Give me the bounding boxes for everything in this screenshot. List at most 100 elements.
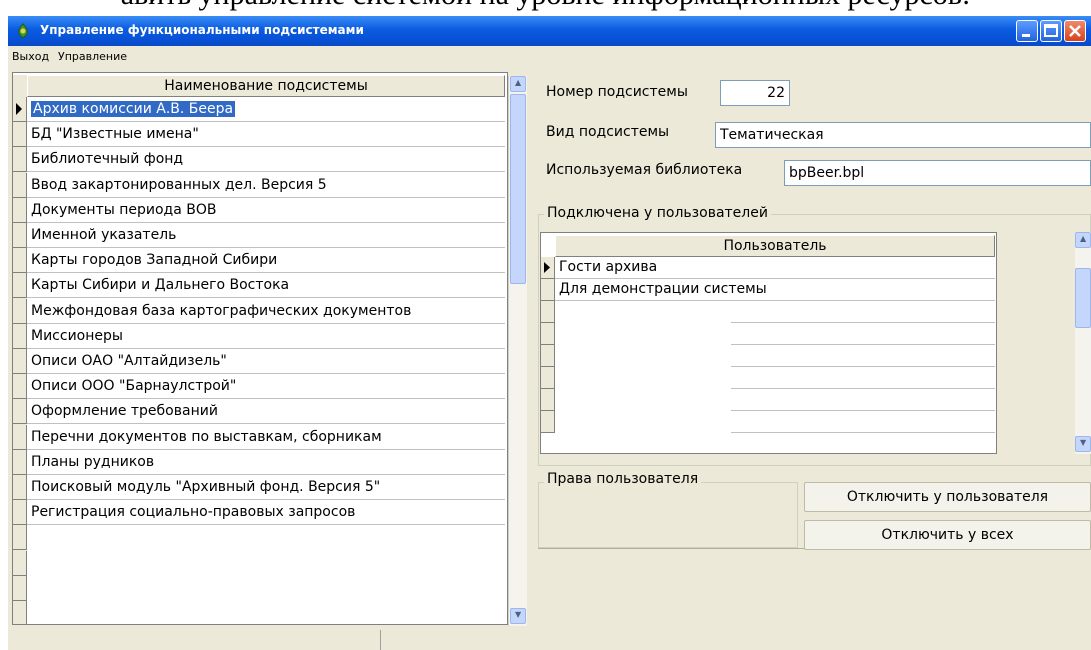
subsystem-row[interactable]: Описи ОАО "Алтайдизель" bbox=[27, 349, 505, 374]
menu-manage[interactable]: Управление bbox=[58, 50, 127, 63]
subsystem-name: Оформление требований bbox=[31, 403, 218, 420]
subsystem-row[interactable]: Карты городов Западной Сибири bbox=[27, 248, 505, 274]
rights-group-title: Права пользователя bbox=[544, 471, 702, 487]
subsystem-row[interactable]: Описи ООО "Барнаулстрой" bbox=[27, 374, 505, 400]
subsystem-column-header[interactable]: Наименование подсистемы bbox=[27, 75, 505, 97]
row-indicator[interactable] bbox=[13, 550, 27, 576]
subsystem-row[interactable]: Ввод закартонированных дел. Версия 5 bbox=[27, 173, 505, 198]
user-row-indicator[interactable] bbox=[541, 411, 555, 433]
chevron-up-icon: ▲ bbox=[515, 78, 522, 87]
row-indicator[interactable] bbox=[13, 399, 27, 425]
users-scroll-up-button[interactable]: ▲ bbox=[1075, 232, 1091, 248]
rights-group bbox=[538, 482, 798, 548]
subsystem-row[interactable]: Поисковый модуль "Архивный фонд. Версия … bbox=[27, 475, 505, 500]
library-field[interactable]: bpBeer.bpl bbox=[784, 160, 1091, 186]
subsystem-name: Поисковый модуль "Архивный фонд. Версия … bbox=[31, 479, 381, 495]
user-grid-line bbox=[731, 366, 995, 367]
disconnect-all-button[interactable]: Отключить у всех bbox=[804, 520, 1091, 550]
users-scroll-down-button[interactable]: ▼ bbox=[1075, 436, 1091, 452]
row-indicator[interactable] bbox=[13, 475, 27, 500]
users-grid[interactable]: Пользователь Гости архива Для демонстраци… bbox=[540, 232, 997, 454]
row-indicator[interactable] bbox=[13, 147, 27, 173]
subsystem-name: Описи ОАО "Алтайдизель" bbox=[31, 353, 227, 369]
users-scroll-thumb[interactable] bbox=[1075, 268, 1091, 328]
disconnect-user-button[interactable]: Отключить у пользователя bbox=[804, 482, 1091, 512]
chevron-down-icon: ▼ bbox=[1080, 438, 1087, 447]
user-row-indicator[interactable] bbox=[541, 301, 555, 323]
user-row-indicator[interactable] bbox=[541, 257, 555, 279]
row-indicator[interactable] bbox=[13, 601, 27, 624]
subsystem-row[interactable]: Архив комиссии А.В. Беера bbox=[27, 97, 505, 122]
user-row[interactable]: Гости архива bbox=[555, 257, 995, 279]
number-field[interactable]: 22 bbox=[720, 80, 790, 106]
subsystem-row[interactable]: Межфондовая база картографических докуме… bbox=[27, 299, 505, 324]
row-indicator[interactable] bbox=[13, 223, 27, 248]
subsystem-name: Карты городов Западной Сибири bbox=[31, 252, 278, 269]
current-row-icon bbox=[16, 103, 22, 115]
app-icon bbox=[18, 23, 28, 39]
minimize-button[interactable] bbox=[1016, 20, 1038, 42]
title-bar[interactable]: Управление функциональными подсистемами bbox=[8, 16, 1091, 46]
row-indicator[interactable] bbox=[13, 424, 27, 450]
subsystem-row[interactable]: Документы периода ВОВ bbox=[27, 198, 505, 223]
subsystem-row[interactable]: Библиотечный фонд bbox=[27, 147, 505, 173]
document-heading-fragment: авить управление системой на уровне инфо… bbox=[0, 0, 1091, 12]
library-label: Используемая библиотека bbox=[546, 162, 743, 178]
subsystem-name: Планы рудников bbox=[31, 453, 155, 470]
subsystem-row[interactable]: Регистрация социально-правовых запросов bbox=[27, 500, 505, 526]
details-panel: Номер подсистемы 22 Вид подсистемы Темат… bbox=[538, 68, 1091, 550]
close-button[interactable] bbox=[1064, 20, 1086, 42]
subsystem-row[interactable]: Именной указатель bbox=[27, 223, 505, 248]
status-bar bbox=[8, 630, 1091, 650]
status-separator bbox=[380, 630, 381, 650]
row-indicator[interactable] bbox=[13, 248, 27, 274]
subsystem-row[interactable]: Оформление требований bbox=[27, 399, 505, 425]
row-indicator[interactable] bbox=[13, 172, 27, 198]
user-row-indicator[interactable] bbox=[541, 323, 555, 345]
user-grid-line bbox=[731, 388, 995, 389]
subsystem-name: Описи ООО "Барнаулстрой" bbox=[31, 378, 237, 395]
user-grid-line bbox=[731, 410, 995, 411]
row-indicator[interactable] bbox=[13, 197, 27, 223]
user-row-indicator[interactable] bbox=[541, 279, 555, 301]
subsystem-row[interactable]: Карты Сибири и Дальнего Востока bbox=[27, 273, 505, 299]
current-row-icon bbox=[544, 262, 550, 273]
row-indicator[interactable] bbox=[13, 323, 27, 349]
subsystem-scrollbar[interactable]: ▲ ▼ bbox=[508, 76, 527, 626]
user-grid-line bbox=[731, 322, 995, 323]
user-row-indicator[interactable] bbox=[541, 389, 555, 411]
subsystem-row[interactable]: Перечни документов по выставкам, сборник… bbox=[27, 425, 505, 450]
user-row-indicator[interactable] bbox=[541, 345, 555, 367]
maximize-button[interactable] bbox=[1040, 20, 1062, 42]
scroll-thumb[interactable] bbox=[510, 94, 526, 284]
subsystem-name: Межфондовая база картографических докуме… bbox=[31, 302, 412, 319]
user-grid-line bbox=[731, 432, 995, 433]
subsystem-name: Регистрация социально-правовых запросов bbox=[31, 504, 356, 521]
user-grid-line bbox=[731, 344, 995, 345]
row-indicator[interactable] bbox=[13, 97, 27, 122]
subsystem-name: Перечни документов по выставкам, сборник… bbox=[31, 428, 382, 445]
row-indicator[interactable] bbox=[13, 374, 27, 400]
subsystem-row[interactable]: Миссионеры bbox=[27, 324, 505, 349]
user-column-header[interactable]: Пользователь bbox=[555, 235, 995, 257]
row-indicator[interactable] bbox=[13, 525, 27, 551]
row-indicator[interactable] bbox=[13, 575, 27, 601]
users-scrollbar[interactable]: ▲ ▼ bbox=[1075, 232, 1091, 454]
row-indicator[interactable] bbox=[13, 449, 27, 475]
subsystem-row[interactable]: Планы рудников bbox=[27, 450, 505, 475]
subsystem-row[interactable]: БД "Известные имена" bbox=[27, 122, 505, 148]
scroll-up-button[interactable]: ▲ bbox=[510, 76, 526, 92]
row-indicator[interactable] bbox=[13, 349, 27, 374]
row-indicator[interactable] bbox=[13, 122, 27, 148]
row-indicator[interactable] bbox=[13, 273, 27, 299]
subsystem-grid[interactable]: Наименование подсистемы Архив комиссии А… bbox=[12, 72, 508, 625]
subsystem-name: Архив комиссии А.В. Беера bbox=[31, 101, 236, 117]
row-indicator[interactable] bbox=[13, 500, 27, 526]
type-field[interactable]: Тематическая bbox=[715, 122, 1091, 148]
menu-exit[interactable]: Выход bbox=[12, 50, 49, 63]
subsystem-name: Карты Сибири и Дальнего Востока bbox=[31, 277, 290, 294]
user-row[interactable]: Для демонстрации системы bbox=[555, 279, 995, 301]
row-indicator[interactable] bbox=[13, 298, 27, 324]
user-row-indicator[interactable] bbox=[541, 367, 555, 389]
scroll-down-button[interactable]: ▼ bbox=[510, 608, 526, 624]
